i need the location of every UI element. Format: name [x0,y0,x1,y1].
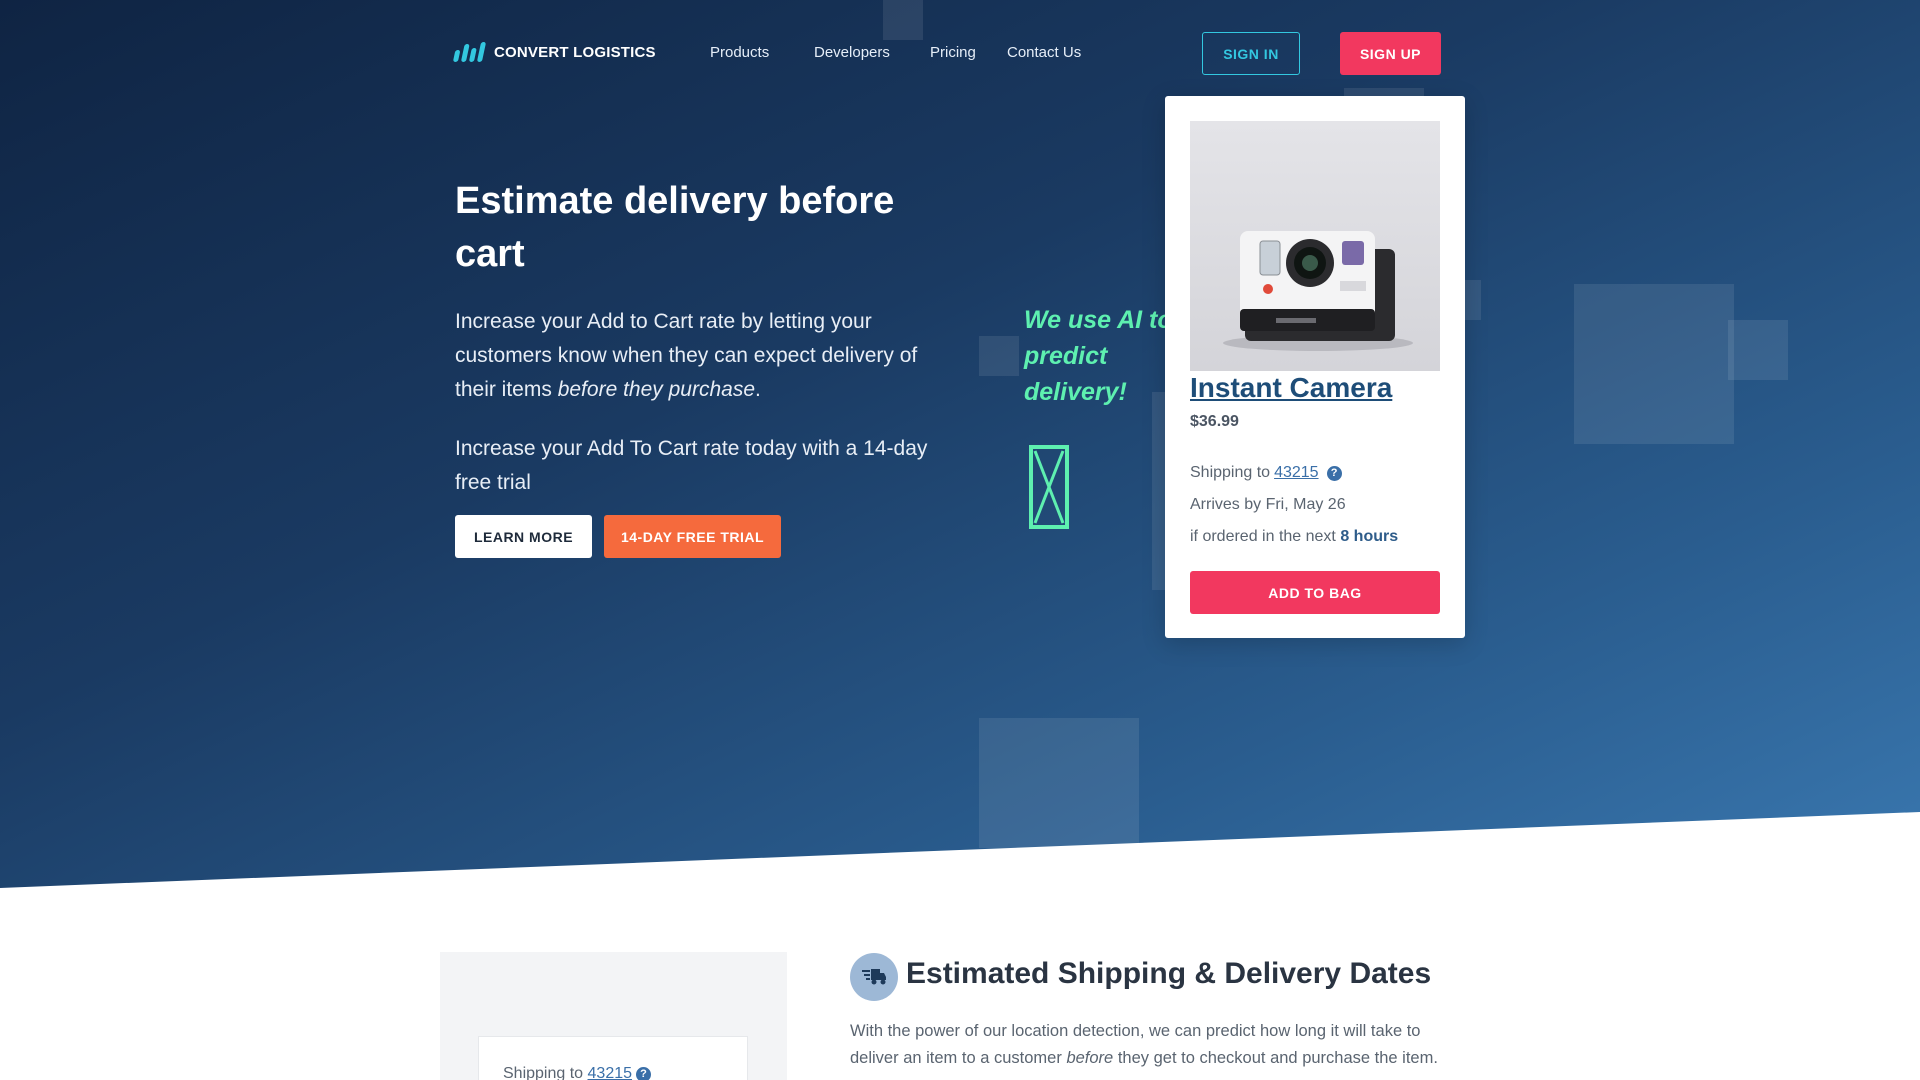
shipping-label: Shipping to [1190,464,1271,481]
product-title-link[interactable]: Instant Camera [1190,372,1392,404]
delivery-truck-icon [850,953,898,1001]
shipping-to: Shipping to 43215 ? [1190,464,1342,482]
demo-panel: Shipping to 43215 ? [440,952,787,1080]
product-card: Instant Camera $36.99 Shipping to 43215 … [1165,96,1465,638]
help-icon[interactable]: ? [1326,465,1342,481]
decorative-square [1728,320,1788,380]
decorative-square [883,0,923,40]
sign-up-button[interactable]: SIGN UP [1340,32,1441,75]
demo-widget: Shipping to 43215 ? [478,1036,748,1080]
arrival-date: Arrives by Fri, May 26 [1190,496,1346,513]
nav-developers[interactable]: Developers [814,44,890,61]
decorative-square [979,718,1139,848]
free-trial-button[interactable]: 14-DAY FREE TRIAL [604,515,781,558]
learn-more-button[interactable]: LEARN MORE [455,515,592,558]
add-to-bag-button[interactable]: ADD TO BAG [1190,571,1440,614]
demo-shipping-to: Shipping to 43215 ? [503,1065,652,1080]
product-price: $36.99 [1190,413,1239,430]
nav-contact-us[interactable]: Contact Us [1007,44,1081,61]
decorative-square [1344,88,1424,96]
nav-products[interactable]: Products [710,44,769,61]
instant-camera-photo[interactable] [1190,121,1440,371]
demo-zip-link[interactable]: 43215 [588,1065,633,1080]
decorative-square [979,336,1019,376]
feature-title: Estimated Shipping & Delivery Dates [906,957,1432,990]
demo-shipping-label: Shipping to [503,1065,584,1080]
sign-in-button[interactable]: SIGN IN [1202,32,1300,75]
hourglass-icon [1029,445,1069,529]
hero-background [0,0,1920,888]
hero-title: Estimate delivery before cart [455,180,895,275]
demo-help-icon[interactable]: ? [636,1066,652,1080]
brand-logo[interactable]: CONVERT LOGISTICS [452,42,656,62]
brand-name: CONVERT LOGISTICS [494,43,656,61]
order-deadline: if ordered in the next 8 hours [1190,528,1399,545]
zip-code-link[interactable]: 43215 [1274,464,1319,482]
decorative-square [1152,392,1165,590]
decorative-square [1465,280,1481,320]
hero-description: Increase your Add to Cart rate by lettin… [455,310,918,401]
decorative-square [1574,284,1734,444]
logo-mark-icon [452,42,487,62]
hero-trial-text: Increase your Add To Cart rate today wit… [455,437,928,494]
ai-callout: We use AI to predict delivery! [1024,306,1173,406]
feature-description: With the power of our location detection… [850,1022,1438,1067]
nav-pricing[interactable]: Pricing [930,44,976,61]
